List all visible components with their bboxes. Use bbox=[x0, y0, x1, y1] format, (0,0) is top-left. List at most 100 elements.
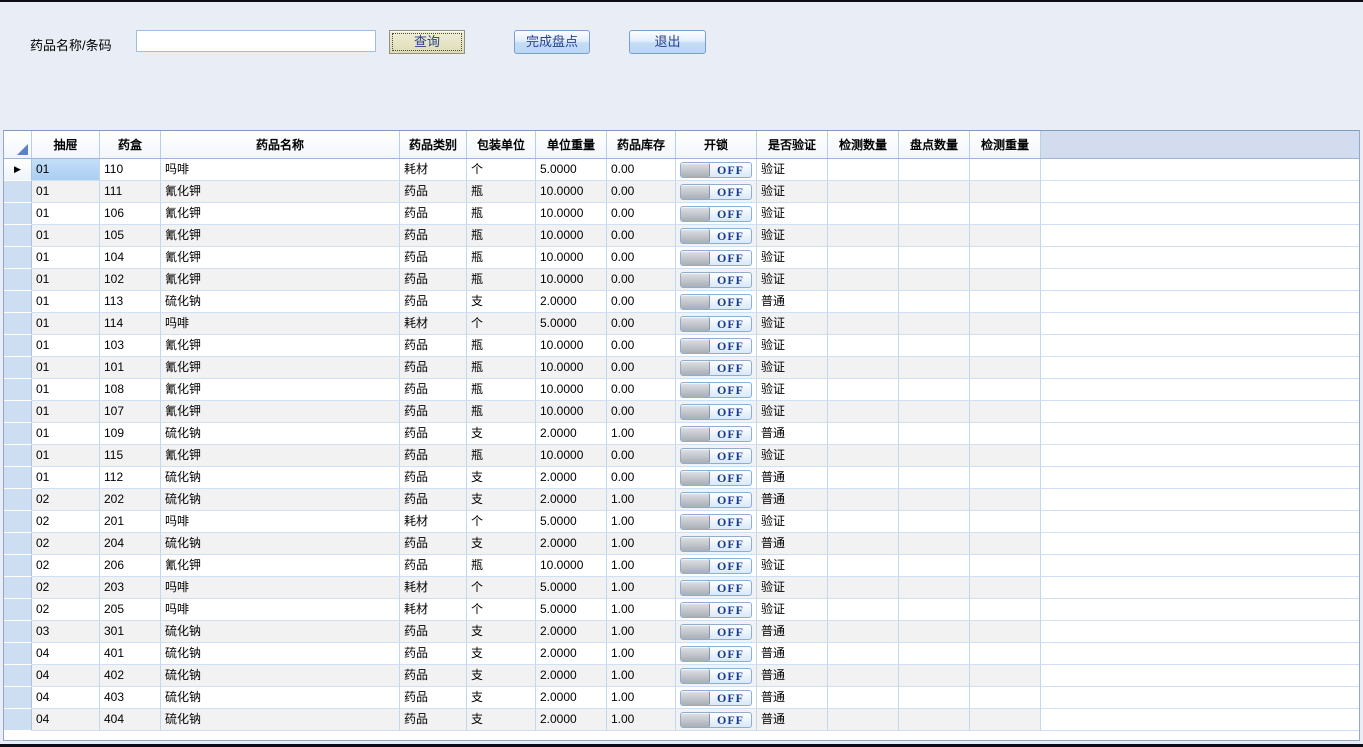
cell-unit_weight[interactable]: 10.0000 bbox=[536, 379, 607, 401]
cell-drawer[interactable]: 01 bbox=[32, 159, 100, 181]
cell-name[interactable]: 吗啡 bbox=[161, 159, 400, 181]
cell-stock[interactable]: 0.00 bbox=[607, 225, 676, 247]
cell-box[interactable]: 201 bbox=[100, 511, 161, 533]
cell-unit_weight[interactable]: 5.0000 bbox=[536, 313, 607, 335]
cell-drawer[interactable]: 01 bbox=[32, 181, 100, 203]
cell-stock[interactable]: 0.00 bbox=[607, 467, 676, 489]
cell-detect_weight[interactable] bbox=[970, 181, 1041, 203]
cell-detect_qty[interactable] bbox=[828, 357, 899, 379]
cell-verify[interactable]: 普通 bbox=[757, 467, 828, 489]
cell-drawer[interactable]: 01 bbox=[32, 313, 100, 335]
cell-unit_weight[interactable]: 10.0000 bbox=[536, 269, 607, 291]
cell-unit[interactable]: 瓶 bbox=[467, 335, 536, 357]
cell-lock[interactable]: OFF bbox=[676, 621, 757, 643]
cell-name[interactable]: 氰化钾 bbox=[161, 445, 400, 467]
cell-lock[interactable]: OFF bbox=[676, 159, 757, 181]
cell-category[interactable]: 药品 bbox=[400, 621, 467, 643]
cell-unit[interactable]: 瓶 bbox=[467, 401, 536, 423]
row-selector[interactable] bbox=[4, 511, 32, 533]
cell-category[interactable]: 药品 bbox=[400, 335, 467, 357]
lock-toggle[interactable]: OFF bbox=[680, 294, 752, 310]
cell-unit[interactable]: 个 bbox=[467, 599, 536, 621]
cell-count_qty[interactable] bbox=[899, 643, 970, 665]
cell-unit_weight[interactable]: 10.0000 bbox=[536, 555, 607, 577]
cell-verify[interactable]: 验证 bbox=[757, 555, 828, 577]
cell-name[interactable]: 硫化钠 bbox=[161, 533, 400, 555]
cell-box[interactable]: 301 bbox=[100, 621, 161, 643]
cell-drawer[interactable]: 01 bbox=[32, 379, 100, 401]
cell-lock[interactable]: OFF bbox=[676, 291, 757, 313]
row-selector[interactable] bbox=[4, 401, 32, 423]
lock-toggle[interactable]: OFF bbox=[680, 382, 752, 398]
cell-name[interactable]: 氰化钾 bbox=[161, 225, 400, 247]
cell-category[interactable]: 药品 bbox=[400, 181, 467, 203]
cell-name[interactable]: 硫化钠 bbox=[161, 291, 400, 313]
cell-detect_weight[interactable] bbox=[970, 159, 1041, 181]
cell-drawer[interactable]: 01 bbox=[32, 423, 100, 445]
cell-name[interactable]: 硫化钠 bbox=[161, 621, 400, 643]
cell-drawer[interactable]: 01 bbox=[32, 467, 100, 489]
cell-category[interactable]: 药品 bbox=[400, 489, 467, 511]
cell-category[interactable]: 耗材 bbox=[400, 511, 467, 533]
cell-detect_weight[interactable] bbox=[970, 665, 1041, 687]
cell-count_qty[interactable] bbox=[899, 203, 970, 225]
cell-stock[interactable]: 0.00 bbox=[607, 159, 676, 181]
cell-unit[interactable]: 瓶 bbox=[467, 225, 536, 247]
row-selector[interactable] bbox=[4, 533, 32, 555]
cell-name[interactable]: 氰化钾 bbox=[161, 181, 400, 203]
cell-stock[interactable]: 0.00 bbox=[607, 247, 676, 269]
cell-name[interactable]: 硫化钠 bbox=[161, 687, 400, 709]
cell-unit[interactable]: 支 bbox=[467, 665, 536, 687]
cell-detect_weight[interactable] bbox=[970, 599, 1041, 621]
cell-drawer[interactable]: 01 bbox=[32, 357, 100, 379]
cell-drawer[interactable]: 02 bbox=[32, 533, 100, 555]
cell-verify[interactable]: 验证 bbox=[757, 203, 828, 225]
cell-name[interactable]: 氰化钾 bbox=[161, 357, 400, 379]
cell-detect_qty[interactable] bbox=[828, 203, 899, 225]
cell-detect_qty[interactable] bbox=[828, 599, 899, 621]
cell-unit[interactable]: 瓶 bbox=[467, 269, 536, 291]
cell-lock[interactable]: OFF bbox=[676, 687, 757, 709]
lock-toggle[interactable]: OFF bbox=[680, 580, 752, 596]
cell-lock[interactable]: OFF bbox=[676, 225, 757, 247]
cell-unit[interactable]: 支 bbox=[467, 291, 536, 313]
cell-unit[interactable]: 支 bbox=[467, 467, 536, 489]
cell-drawer[interactable]: 02 bbox=[32, 489, 100, 511]
cell-lock[interactable]: OFF bbox=[676, 423, 757, 445]
cell-detect_qty[interactable] bbox=[828, 335, 899, 357]
cell-unit[interactable]: 瓶 bbox=[467, 203, 536, 225]
cell-verify[interactable]: 验证 bbox=[757, 225, 828, 247]
cell-box[interactable]: 206 bbox=[100, 555, 161, 577]
row-selector[interactable] bbox=[4, 489, 32, 511]
cell-detect_weight[interactable] bbox=[970, 313, 1041, 335]
cell-unit[interactable]: 瓶 bbox=[467, 357, 536, 379]
cell-unit_weight[interactable]: 10.0000 bbox=[536, 247, 607, 269]
lock-toggle[interactable]: OFF bbox=[680, 338, 752, 354]
cell-count_qty[interactable] bbox=[899, 599, 970, 621]
cell-box[interactable]: 203 bbox=[100, 577, 161, 599]
cell-name[interactable]: 氰化钾 bbox=[161, 247, 400, 269]
cell-verify[interactable]: 验证 bbox=[757, 335, 828, 357]
cell-count_qty[interactable] bbox=[899, 555, 970, 577]
cell-detect_qty[interactable] bbox=[828, 423, 899, 445]
lock-toggle[interactable]: OFF bbox=[680, 162, 752, 178]
cell-verify[interactable]: 验证 bbox=[757, 577, 828, 599]
cell-unit_weight[interactable]: 10.0000 bbox=[536, 357, 607, 379]
cell-unit_weight[interactable]: 2.0000 bbox=[536, 291, 607, 313]
cell-name[interactable]: 硫化钠 bbox=[161, 643, 400, 665]
cell-verify[interactable]: 普通 bbox=[757, 687, 828, 709]
cell-count_qty[interactable] bbox=[899, 401, 970, 423]
cell-drawer[interactable]: 04 bbox=[32, 687, 100, 709]
cell-lock[interactable]: OFF bbox=[676, 599, 757, 621]
cell-drawer[interactable]: 03 bbox=[32, 621, 100, 643]
column-header-drawer[interactable]: 抽屉 bbox=[32, 131, 100, 158]
cell-lock[interactable]: OFF bbox=[676, 379, 757, 401]
cell-detect_qty[interactable] bbox=[828, 687, 899, 709]
query-button[interactable]: 查询 bbox=[389, 30, 465, 54]
cell-box[interactable]: 111 bbox=[100, 181, 161, 203]
cell-detect_weight[interactable] bbox=[970, 577, 1041, 599]
cell-unit[interactable]: 瓶 bbox=[467, 379, 536, 401]
cell-count_qty[interactable] bbox=[899, 159, 970, 181]
cell-stock[interactable]: 0.00 bbox=[607, 269, 676, 291]
cell-drawer[interactable]: 01 bbox=[32, 291, 100, 313]
